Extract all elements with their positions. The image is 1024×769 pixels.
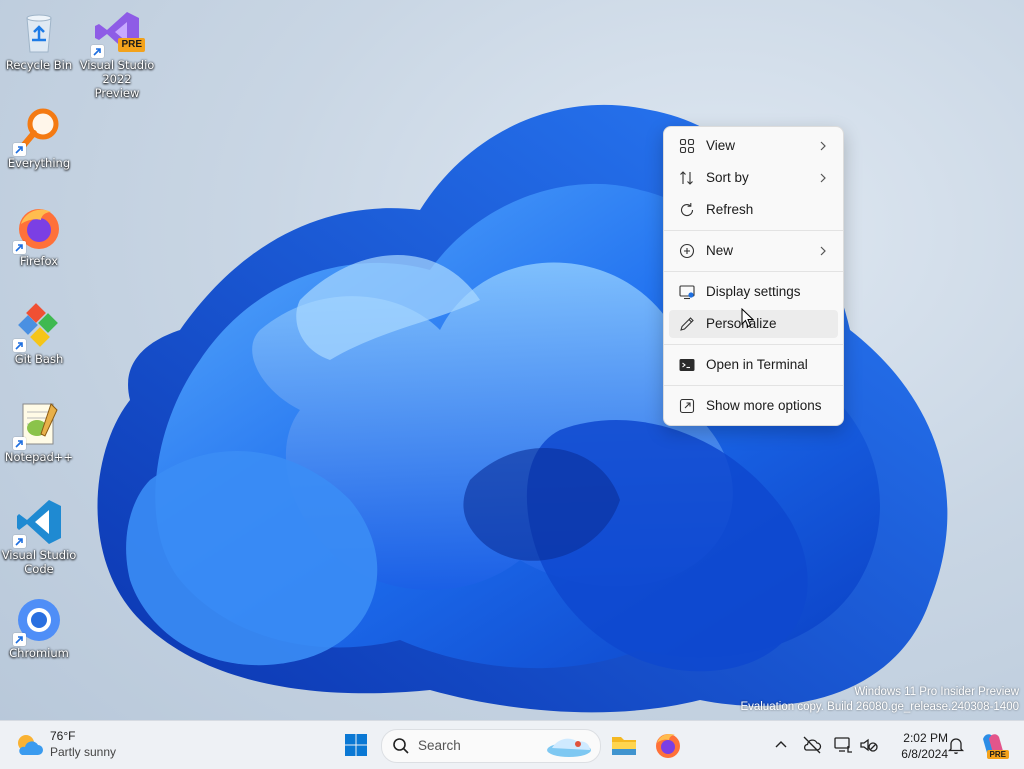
refresh-icon	[679, 202, 695, 218]
evaluation-watermark: Windows 11 Pro Insider Preview Evaluatio…	[740, 685, 1019, 715]
chevron-right-icon	[818, 138, 828, 154]
chromium-icon	[13, 596, 63, 646]
copilot-preview-badge: PRE	[986, 750, 1009, 759]
taskbar-clock[interactable]: 2:02 PM 6/8/2024	[886, 730, 948, 762]
volume-muted-icon[interactable]	[858, 734, 880, 756]
shortcut-arrow-icon	[13, 143, 26, 156]
shortcut-arrow-icon	[13, 339, 26, 352]
weather-description: Partly sunny	[50, 745, 117, 759]
desktop-icon-label: Everything	[7, 156, 71, 170]
grid-icon	[679, 138, 695, 154]
weather-widget[interactable]: 76°F Partly sunny	[14, 727, 134, 763]
menu-separator	[664, 385, 843, 386]
search-placeholder: Search	[418, 738, 461, 753]
search-highlight-image	[544, 732, 594, 762]
chevron-right-icon	[818, 170, 828, 186]
bell-icon[interactable]	[945, 734, 967, 756]
copilot-button[interactable]: PRE	[975, 727, 1011, 763]
sort-icon	[679, 170, 695, 186]
windows-logo-icon	[345, 734, 367, 756]
menu-item-label: Refresh	[706, 202, 754, 217]
taskbar: 76°F Partly sunny Search 2:02 PM 6/8/202…	[0, 720, 1024, 769]
onedrive-offline-icon[interactable]	[801, 734, 823, 756]
start-button[interactable]	[338, 727, 374, 763]
shortcut-arrow-icon	[13, 633, 26, 646]
menu-item-show-more-options[interactable]: Show more options	[669, 392, 838, 420]
desktop-icon-everything[interactable]: Everything	[1, 106, 77, 170]
menu-separator	[664, 271, 843, 272]
menu-item-label: Display settings	[706, 284, 801, 299]
watermark-line-2: Evaluation copy. Build 26080.ge_release.…	[740, 701, 1019, 713]
chevron-up-icon[interactable]	[770, 734, 792, 756]
menu-item-sort-by[interactable]: Sort by	[669, 164, 838, 192]
desktop-icon-label: Visual Studio Code	[1, 548, 77, 576]
mouse-cursor-icon	[741, 308, 755, 328]
taskbar-search-box[interactable]: Search	[381, 729, 601, 763]
pen-icon	[679, 316, 695, 332]
folder-icon	[612, 737, 636, 755]
desktop-icon-git-bash[interactable]: Git Bash	[1, 302, 77, 366]
menu-item-label: Sort by	[706, 170, 749, 185]
desktop-icon-firefox[interactable]: Firefox	[1, 204, 77, 268]
notepad-plus-plus-icon	[13, 400, 63, 450]
desktop-icon-chromium[interactable]: Chromium	[1, 596, 77, 660]
desktop-icon-label: Recycle Bin	[5, 58, 73, 72]
terminal-icon	[679, 357, 695, 373]
menu-item-open-in-terminal[interactable]: Open in Terminal	[669, 351, 838, 379]
desktop-icon-recycle-bin[interactable]: Recycle Bin	[1, 8, 77, 72]
menu-item-view[interactable]: View	[669, 132, 838, 160]
firefox-icon	[656, 733, 680, 758]
git-bash-icon	[13, 302, 63, 352]
search-icon	[392, 737, 410, 760]
menu-separator	[664, 230, 843, 231]
menu-item-display-settings[interactable]: Display settings	[669, 278, 838, 306]
wallpaper	[97, 104, 948, 713]
shortcut-arrow-icon	[13, 535, 26, 548]
desktop-icon-vscode[interactable]: Visual Studio Code	[1, 498, 77, 576]
desktop-icon-label: Visual Studio 2022 Preview	[79, 58, 155, 100]
firefox-icon	[13, 204, 63, 254]
weather-temperature: 76°F	[50, 729, 76, 743]
chevron-right-icon	[818, 243, 828, 259]
partly-sunny-icon	[14, 731, 44, 764]
plus-circle-icon	[679, 243, 695, 259]
menu-item-new[interactable]: New	[669, 237, 838, 265]
external-icon	[679, 398, 695, 414]
menu-separator	[664, 344, 843, 345]
desktop-icon-label: Chromium	[9, 646, 69, 660]
magnifier-icon	[13, 106, 63, 156]
shortcut-arrow-icon	[13, 241, 26, 254]
desktop-icon-label: Git Bash	[14, 352, 64, 366]
desktop-icon-label: Firefox	[19, 254, 59, 268]
taskbar-file-explorer[interactable]	[606, 727, 642, 763]
display-icon	[679, 284, 695, 300]
taskbar-firefox[interactable]	[650, 727, 686, 763]
menu-item-label: Show more options	[706, 398, 822, 413]
clock-date: 6/8/2024	[901, 747, 948, 761]
preview-badge: PRE	[118, 38, 145, 52]
desktop-icon-visual-studio[interactable]: PRE Visual Studio 2022 Preview	[79, 8, 155, 100]
desktop-context-menu: View Sort by Refresh New Display setting…	[663, 126, 844, 426]
clock-time: 2:02 PM	[903, 731, 948, 745]
menu-item-refresh[interactable]: Refresh	[669, 196, 838, 224]
network-icon[interactable]	[832, 734, 854, 756]
menu-item-label: New	[706, 243, 734, 258]
recycle-bin-icon	[15, 8, 63, 56]
shortcut-arrow-icon	[91, 45, 104, 58]
vscode-icon	[13, 498, 63, 548]
menu-item-label: View	[706, 138, 736, 153]
watermark-line-1: Windows 11 Pro Insider Preview	[854, 686, 1019, 698]
shortcut-arrow-icon	[13, 437, 26, 450]
menu-item-label: Open in Terminal	[706, 357, 808, 372]
desktop-icon-notepad-plus-plus[interactable]: Notepad++	[1, 400, 77, 464]
visual-studio-icon: PRE	[91, 8, 145, 58]
desktop-icon-label: Notepad++	[4, 450, 74, 464]
